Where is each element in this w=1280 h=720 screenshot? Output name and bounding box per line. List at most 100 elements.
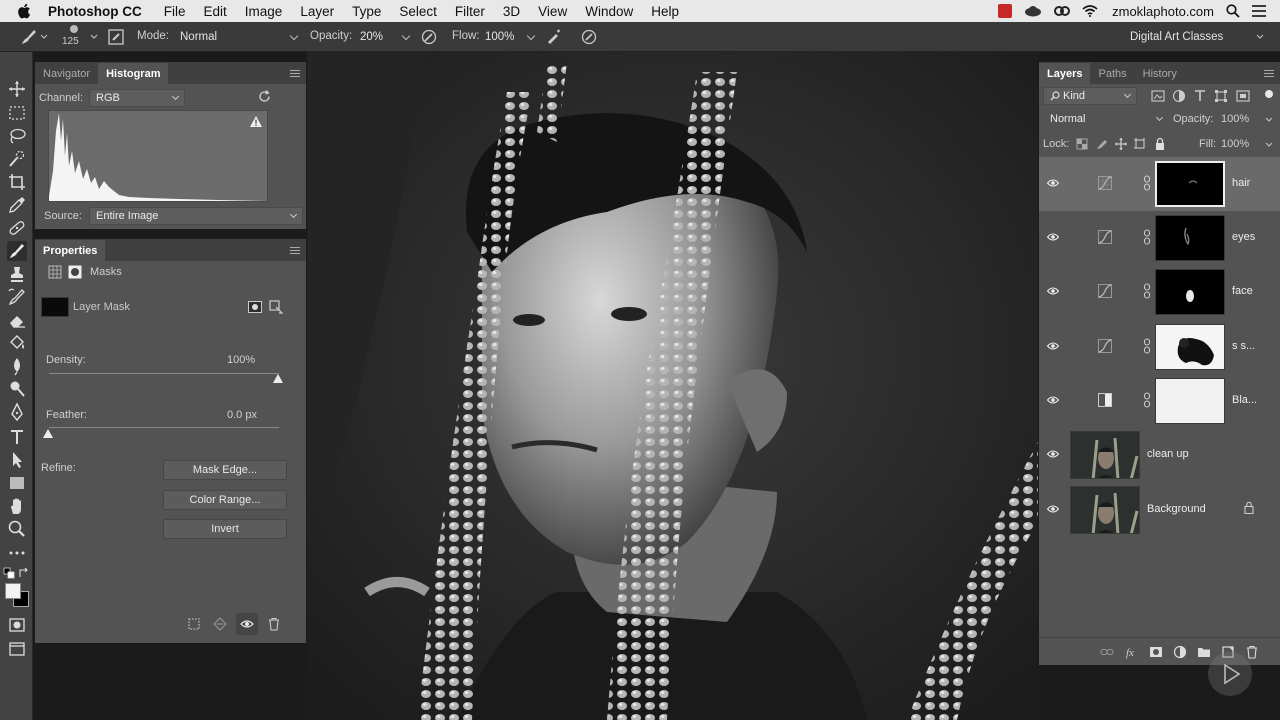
curves-adjustment-icon[interactable] [1098,230,1112,244]
cloud-icon[interactable] [1024,5,1042,17]
load-selection-icon[interactable] [187,617,201,631]
histogram-panel-menu-icon[interactable] [290,70,300,77]
link-layers-icon[interactable] [1100,645,1114,659]
brush-panel-toggle-icon[interactable] [107,28,125,46]
layer-visibility-eye-icon[interactable] [1047,232,1059,242]
menu-layer[interactable]: Layer [291,4,343,19]
layer-mask-thumbnail-s-curve[interactable] [1155,324,1225,370]
move-tool-icon[interactable] [7,79,27,99]
layer-name-hair[interactable]: hair [1232,177,1250,189]
layer-name-face[interactable]: face [1232,285,1253,297]
layer-row-eyes[interactable]: eyes [1039,211,1280,265]
menu-filter[interactable]: Filter [446,4,494,19]
filter-adjustment-icon[interactable] [1172,89,1186,103]
quick-mask-icon[interactable] [7,615,27,635]
layer-visibility-eye-icon[interactable] [1047,341,1059,351]
pressure-size-icon[interactable] [580,28,598,46]
mode-select[interactable]: Normal [175,27,301,47]
tab-layers[interactable]: Layers [1039,63,1091,84]
path-selection-tool-icon[interactable] [7,450,27,470]
add-layer-mask-icon[interactable] [1149,645,1163,659]
fill-dropdown-icon[interactable] [1265,142,1273,148]
layer-row-face[interactable]: face [1039,265,1280,319]
layer-name-eyes[interactable]: eyes [1232,231,1255,243]
eyedropper-tool-icon[interactable] [7,195,27,215]
layer-visibility-eye-icon[interactable] [1047,449,1059,459]
menubar-username[interactable]: zmoklaphoto.com [1112,4,1214,19]
layer-row-clean-up[interactable]: clean up [1039,428,1280,482]
layer-mask-thumbnail-face[interactable] [1155,269,1225,315]
color-range-button[interactable]: Color Range... [163,490,287,510]
menu-app-name[interactable]: Photoshop CC [48,4,151,19]
tab-properties[interactable]: Properties [35,240,106,261]
mask-link-chain-icon[interactable] [1143,338,1151,354]
layer-row-s-curve[interactable]: s s... [1039,320,1280,374]
layer-opacity-value[interactable]: 100% [1221,113,1249,125]
apply-mask-icon[interactable] [213,617,227,631]
lock-image-pixels-icon[interactable] [1095,137,1109,151]
brush-size-dropdown-icon[interactable] [90,34,98,40]
layer-visibility-eye-icon[interactable] [1047,395,1059,405]
layer-name-black-white[interactable]: Bla... [1232,394,1257,406]
refresh-icon[interactable] [258,90,271,103]
flow-input[interactable]: 100% [480,27,538,47]
feather-slider-track[interactable] [49,427,279,428]
mask-link-chain-icon[interactable] [1143,392,1151,408]
blur-tool-icon[interactable] [7,356,27,376]
properties-panel-menu-icon[interactable] [290,247,300,254]
filter-type-icon[interactable] [1193,89,1207,103]
paint-bucket-tool-icon[interactable] [7,333,27,353]
feather-slider-thumb[interactable] [43,429,53,438]
layer-row-background[interactable]: Background [1039,483,1280,537]
default-colors-icon[interactable] [3,567,15,579]
hand-tool-icon[interactable] [7,496,27,516]
pressure-opacity-icon[interactable] [420,28,438,46]
type-tool-icon[interactable] [7,427,27,447]
spotlight-search-icon[interactable] [1226,4,1240,18]
curves-adjustment-icon[interactable] [1098,284,1112,298]
layer-mask-thumbnail-black-white[interactable] [1155,378,1225,424]
mask-edge-button[interactable]: Mask Edge... [163,460,287,480]
fill-value[interactable]: 100% [1221,138,1249,150]
dodge-tool-icon[interactable] [7,379,27,399]
blend-mode-select[interactable]: Normal [1043,110,1169,128]
layer-mask-thumbnail-hair[interactable] [1155,161,1225,207]
channel-select[interactable]: RGB [89,89,185,107]
tab-navigator[interactable]: Navigator [35,68,98,84]
foreground-color-swatch[interactable] [5,583,21,599]
layer-filter-select[interactable]: Kind [1043,87,1137,105]
clone-stamp-tool-icon[interactable] [7,264,27,284]
rectangle-tool-icon[interactable] [7,473,27,493]
new-adjustment-layer-icon[interactable] [1173,645,1187,659]
layer-mask-thumbnail-eyes[interactable] [1155,215,1225,261]
curves-adjustment-icon[interactable] [1098,339,1112,353]
menu-view[interactable]: View [529,4,576,19]
menu-edit[interactable]: Edit [195,4,236,19]
airbrush-icon[interactable] [545,28,563,46]
menu-3d[interactable]: 3D [494,4,529,19]
menu-select[interactable]: Select [390,4,446,19]
layers-panel-menu-icon[interactable] [1264,70,1274,77]
brush-tip-preview-icon[interactable] [70,25,78,33]
cache-warning-icon[interactable] [249,115,263,128]
curves-adjustment-icon[interactable] [1098,176,1112,190]
layer-visibility-eye-icon[interactable] [1047,504,1059,514]
lock-artboard-icon[interactable] [1133,137,1147,151]
pen-tool-icon[interactable] [7,402,27,422]
filter-toggle-icon[interactable] [1265,90,1273,98]
mask-link-chain-icon[interactable] [1143,229,1151,245]
lock-all-icon[interactable] [1153,137,1167,151]
tab-history[interactable]: History [1135,68,1185,84]
filter-pixel-icon[interactable] [1151,89,1165,103]
quick-selection-tool-icon[interactable] [7,149,27,169]
workspace-switcher[interactable]: Digital Art Classes [1122,27,1270,47]
zoom-tool-icon[interactable] [7,519,27,539]
screen-mode-icon[interactable] [7,639,27,659]
history-brush-tool-icon[interactable] [7,287,27,307]
layer-visibility-eye-icon[interactable] [1047,286,1059,296]
layer-style-fx-icon[interactable]: fx [1125,645,1139,659]
more-tools-icon[interactable] [7,543,27,563]
lock-transparent-pixels-icon[interactable] [1075,137,1089,151]
invert-button[interactable]: Invert [163,519,287,539]
healing-brush-tool-icon[interactable] [7,218,27,238]
